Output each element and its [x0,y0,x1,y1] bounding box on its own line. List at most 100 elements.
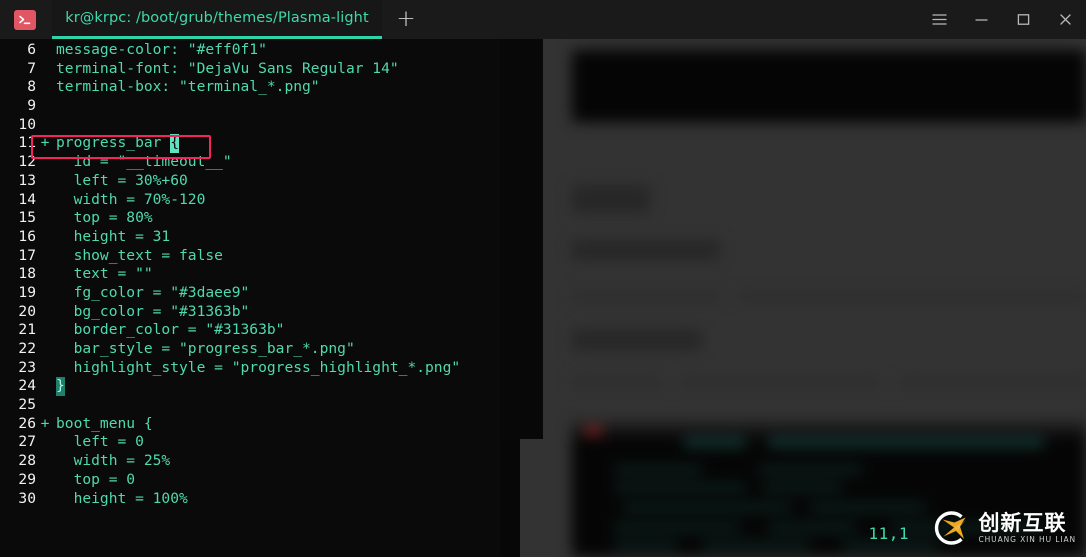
text-cursor: { [170,134,180,154]
code-line[interactable]: 10 [0,116,500,135]
line-number: 29 [18,470,36,488]
line-number: 8 [27,78,36,96]
line-number: 6 [27,41,36,58]
code-line[interactable]: 19 fg_color = "#3daee9" [0,284,500,303]
bg-shot-line-3 [614,484,746,491]
bg-shot-line-7 [614,524,740,531]
line-number: 14 [18,190,36,208]
code-text: id = "__timeout__" [56,153,232,171]
code-text: left = 30%+60 [56,171,188,189]
watermark-text: 创新互联 CHUANG XIN HU LIAN [979,512,1077,545]
close-icon[interactable] [1052,7,1078,33]
bg-shot-tab-title [768,438,1044,447]
new-tab-button[interactable]: + [392,8,420,32]
code-line[interactable]: 28 width = 25% [0,452,500,471]
code-text: text = "" [56,265,153,283]
code-line[interactable]: 27 left = 0 [0,433,500,452]
code-line[interactable]: 26 + boot_menu { [0,415,500,434]
code-line[interactable]: 13 left = 30%+60 [0,172,500,191]
line-number: 22 [18,340,36,357]
bg-shot-line-10 [614,542,678,549]
terminal-icon [14,10,36,30]
code-line[interactable]: 18 text = "" [0,265,500,284]
line-number: 25 [18,396,36,414]
fold-sign[interactable]: + [36,134,54,153]
code-editor[interactable]: 6 message-color: "#eff0f1" 7 terminal-font:… [0,39,500,557]
line-number: 12 [18,153,36,171]
line-number: 28 [18,452,36,470]
line-number: 15 [18,209,36,227]
code-line[interactable]: 9 [0,97,500,116]
code-line[interactable]: 11 + progress_bar { [0,134,500,154]
bg-paragraph-1b [738,292,1086,301]
code-line[interactable]: 24} [0,377,500,397]
code-line[interactable]: 7 terminal-font: "DejaVu Sans Regular 14" [0,60,500,79]
code-line[interactable]: 12 id = "__timeout__" [0,153,500,172]
terminal-tab-active[interactable]: kr@krpc: /boot/grub/themes/Plasma-light [52,0,382,39]
code-line[interactable]: 29 top = 0 [0,471,500,490]
bg-shot-line-12 [842,542,938,549]
line-number: 10 [18,115,36,133]
screen: 6 message-color: "#eff0f1" 7 terminal-font:… [0,0,1086,557]
hamburger-menu-icon[interactable] [926,7,952,33]
fold-sign[interactable]: + [36,415,54,434]
bg-heading-6-2 [572,330,702,350]
code-text: width = 70%-120 [56,190,206,208]
code-line[interactable]: 15 top = 80% [0,209,500,228]
bg-heading-6-1 [572,240,720,260]
code-text: terminal-box: "terminal_*.png" [56,78,320,96]
code-text: bar_style = "progress_bar_*.png" [56,340,355,357]
maximize-icon[interactable] [1010,7,1036,33]
code-text: width = 25% [56,452,171,470]
bg-shot-line-2 [758,466,862,473]
cursor-position-indicator: 11,1 [868,524,909,543]
code-text: message-color: "#eff0f1" [56,41,267,58]
line-number: 17 [18,246,36,264]
code-text: terminal-font: "DejaVu Sans Regular 14" [56,59,399,77]
tab-title: kr@krpc: /boot/grub/themes/Plasma-light [65,10,369,26]
bg-code-block-top [572,50,1086,122]
chuangxin-hulian-logo-icon [930,507,972,549]
bg-shot-line-11 [702,542,810,549]
title-bar[interactable]: kr@krpc: /boot/grub/themes/Plasma-light … [0,0,1086,39]
line-number: 24 [18,377,36,395]
line-number: 27 [18,433,36,451]
bg-shot-line-1 [614,466,702,473]
watermark-name-en: CHUANG XIN HU LIAN [978,534,1076,544]
minimize-icon[interactable] [968,7,994,33]
code-line[interactable]: 22 bar_style = "progress_bar_*.png" [0,340,500,359]
bg-paragraph-2a [572,378,662,387]
code-line[interactable]: 14 width = 70%-120 [0,191,500,210]
line-number: 18 [18,265,36,283]
code-text: progress_bar [56,134,171,152]
code-line[interactable]: 16 height = 31 [0,228,500,247]
matching-brace: } [56,377,65,397]
code-line-list: 6 message-color: "#eff0f1" 7 terminal-font:… [0,39,500,508]
line-number: 26 [18,414,36,432]
bg-shot-line-6 [810,504,926,511]
code-line[interactable]: 23 highlight_style = "progress_highlight… [0,359,500,378]
bg-paragraph-1a [572,292,722,301]
code-line[interactable]: 17 show_text = false [0,247,500,266]
code-line[interactable]: 25 [0,396,500,415]
code-text: boot_menu { [56,414,153,432]
code-text: top = 0 [56,470,136,488]
bg-shot-line-8 [768,524,856,531]
line-number: 23 [18,358,36,376]
code-text: show_text = false [56,246,223,264]
code-line[interactable]: 30 height = 100% [0,490,500,509]
code-text: height = 100% [56,489,188,507]
line-number: 7 [27,59,36,77]
watermark-name-cn: 创新互联 [978,510,1067,535]
code-text: fg_color = "#3daee9" [56,283,250,301]
code-line[interactable]: 6 message-color: "#eff0f1" [0,41,500,60]
line-number: 19 [18,283,36,301]
code-line[interactable]: 20 bg_color = "#31363b" [0,303,500,322]
code-line[interactable]: 8 terminal-box: "terminal_*.png" [0,78,500,97]
bg-shot-tab [684,438,746,447]
line-number: 21 [18,321,36,339]
line-number: 9 [27,97,36,115]
code-text: left = 0 [56,433,144,451]
code-line[interactable]: 21 border_color = "#31363b" [0,321,500,340]
line-number: 30 [18,489,36,507]
